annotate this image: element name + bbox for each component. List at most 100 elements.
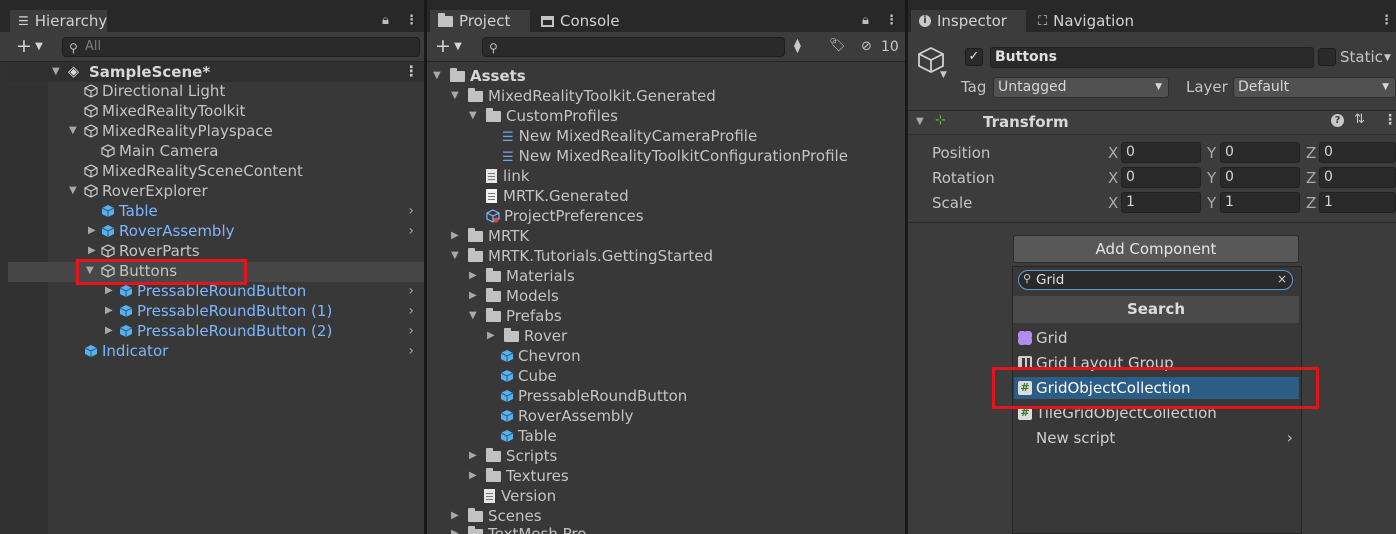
layer-dropdown[interactable]: Default ▼ [1233,77,1396,98]
hierarchy-item-roverexplorer[interactable]: RoverExplorer [84,181,208,201]
project-item-customprofiles[interactable]: CustomProfiles [486,106,618,126]
result-new-script[interactable]: New script › [1014,427,1299,449]
project-item-mrtk[interactable]: MRTK [468,226,529,246]
project-item-projectpreferences[interactable]: ProjectPreferences [486,206,644,226]
lock-icon[interactable]: 🔒︎ [862,13,869,28]
rotation-x-field[interactable]: 0 [1121,167,1201,188]
expand-arrow-icon[interactable]: ▼ [451,246,459,266]
rotation-y-label[interactable]: Y [1207,169,1216,187]
clear-search-icon[interactable]: × [1277,272,1287,286]
hierarchy-item-pressableroundbutton[interactable]: PressableRoundButton [119,281,306,301]
position-y-label[interactable]: Y [1207,144,1216,162]
active-checkbox[interactable]: ✓ [965,48,983,66]
scale-z-label[interactable]: Z [1306,194,1316,212]
add-component-button[interactable]: Add Component [1013,235,1299,263]
tab-project[interactable]: Project [430,10,530,32]
project-item-models[interactable]: Models [486,286,559,306]
chevron-right-icon[interactable]: › [408,341,414,361]
collapse-arrow-icon[interactable]: ▶ [469,266,477,286]
project-item-toolkit-profile[interactable]: ☰ New MixedRealityToolkitConfigurationPro… [502,146,848,166]
component-search-input[interactable]: ⚲ Grid × [1018,270,1293,290]
hierarchy-item-pressableroundbutton-2[interactable]: PressableRoundButton (2) [119,321,332,341]
transform-header[interactable] [908,110,1396,135]
search-by-type-icon[interactable]: ⧫ [794,38,801,54]
collapse-arrow-icon[interactable]: ▶ [469,446,477,466]
scene-expand-arrow[interactable]: ▼ [52,62,60,82]
project-item-textmesh-pro[interactable]: TextMesh Pro [468,524,586,534]
kebab-menu-icon[interactable]: ⋮ [885,13,898,28]
static-dropdown-arrow[interactable]: ▼ [1384,53,1391,63]
collapse-arrow-icon[interactable]: ▶ [487,326,495,346]
chevron-right-icon[interactable]: › [408,301,414,321]
collapse-arrow-icon[interactable]: ▶ [88,241,96,261]
position-y-field[interactable]: 0 [1220,142,1300,163]
project-item-cube[interactable]: Cube [500,366,557,386]
rotation-z-label[interactable]: Z [1306,169,1316,187]
position-z-field[interactable]: 0 [1319,142,1396,163]
collapse-arrow-icon[interactable]: ▶ [451,506,459,526]
project-item-scenes[interactable]: Scenes [468,506,542,526]
chevron-right-icon[interactable]: › [408,281,414,301]
scene-kebab-icon[interactable]: ⋮ [404,62,419,82]
project-item-scripts[interactable]: Scripts [486,446,557,466]
lock-icon[interactable]: 🔒︎ [382,13,389,28]
scale-y-label[interactable]: Y [1207,194,1216,212]
collapse-arrow-icon[interactable]: ▶ [469,466,477,486]
hierarchy-item-directional-light[interactable]: Directional Light [84,81,225,101]
chevron-right-icon[interactable]: › [408,201,414,221]
scale-y-field[interactable]: 1 [1220,192,1300,213]
expand-arrow-icon[interactable]: ▼ [916,112,924,132]
hierarchy-item-mixedrealitytoolkit[interactable]: MixedRealityToolkit [84,101,245,121]
tab-inspector[interactable]: i Inspector [911,10,1026,32]
project-item-prefabs[interactable]: Prefabs [486,306,562,326]
static-checkbox[interactable] [1318,48,1336,66]
tag-dropdown[interactable]: Untagged ▼ [993,77,1169,98]
project-item-chevron[interactable]: Chevron [500,346,581,366]
expand-arrow-icon[interactable]: ▼ [469,106,477,126]
expand-arrow-icon[interactable]: ▼ [433,66,441,86]
hierarchy-item-mixedrealityplayspace[interactable]: MixedRealityPlayspace [84,121,273,141]
expand-arrow-icon[interactable]: ▼ [469,306,477,326]
project-item-roverassembly[interactable]: RoverAssembly [500,406,634,426]
help-icon[interactable]: ? [1331,114,1344,127]
expand-arrow-icon[interactable]: ▼ [451,86,459,106]
tab-hierarchy[interactable]: ☰ Hierarchy [10,10,107,32]
scale-z-field[interactable]: 1 [1319,192,1396,213]
preset-icon[interactable]: ⇅ [1354,112,1365,127]
project-item-tutorials[interactable]: MRTK.Tutorials.GettingStarted [468,246,713,266]
position-x-label[interactable]: X [1108,144,1118,162]
project-item-textures[interactable]: Textures [486,466,569,486]
position-x-field[interactable]: 0 [1121,142,1201,163]
chevron-right-icon[interactable]: › [408,221,414,241]
hierarchy-search-input[interactable]: ⚲ All [62,37,420,57]
hierarchy-item-scene-content[interactable]: MixedRealitySceneContent [84,161,303,181]
hierarchy-item-main-camera[interactable]: Main Camera [101,141,218,161]
hierarchy-item-indicator[interactable]: Indicator [84,341,168,361]
chevron-right-icon[interactable]: › [408,321,414,341]
scene-name[interactable]: SampleScene* [89,62,210,82]
hierarchy-item-roverassembly[interactable]: RoverAssembly [101,221,235,241]
scale-x-field[interactable]: 1 [1121,192,1201,213]
hidden-packages-icon[interactable]: ⊘ [861,39,872,54]
collapse-arrow-icon[interactable]: ▶ [469,286,477,306]
add-create-button[interactable]: + ▼ [16,35,43,57]
rotation-x-label[interactable]: X [1108,169,1118,187]
result-grid[interactable]: Grid [1014,327,1299,349]
rotation-y-field[interactable]: 0 [1220,167,1300,188]
expand-arrow-icon[interactable]: ▼ [69,121,77,141]
project-item-pressableroundbutton[interactable]: PressableRoundButton [500,386,687,406]
tab-navigation[interactable]: ⛶ Navigation [1030,10,1142,32]
project-item-table[interactable]: Table [500,426,557,446]
project-item-camera-profile[interactable]: ☰ New MixedRealityCameraProfile [502,126,757,146]
search-by-label-icon[interactable]: 🏷︎ [829,38,846,53]
collapse-arrow-icon[interactable]: ▶ [451,226,459,246]
rotation-z-field[interactable]: 0 [1319,167,1396,188]
collapse-arrow-icon[interactable]: ▶ [451,524,459,534]
kebab-menu-icon[interactable]: ⋮ [1380,13,1393,28]
project-item-link[interactable]: link [486,166,530,186]
position-z-label[interactable]: Z [1306,144,1316,162]
hierarchy-item-pressableroundbutton-1[interactable]: PressableRoundButton (1) [119,301,332,321]
project-item-rover[interactable]: Rover [504,326,567,346]
hierarchy-item-table[interactable]: Table [101,201,158,221]
create-button[interactable]: + ▼ [435,35,462,57]
